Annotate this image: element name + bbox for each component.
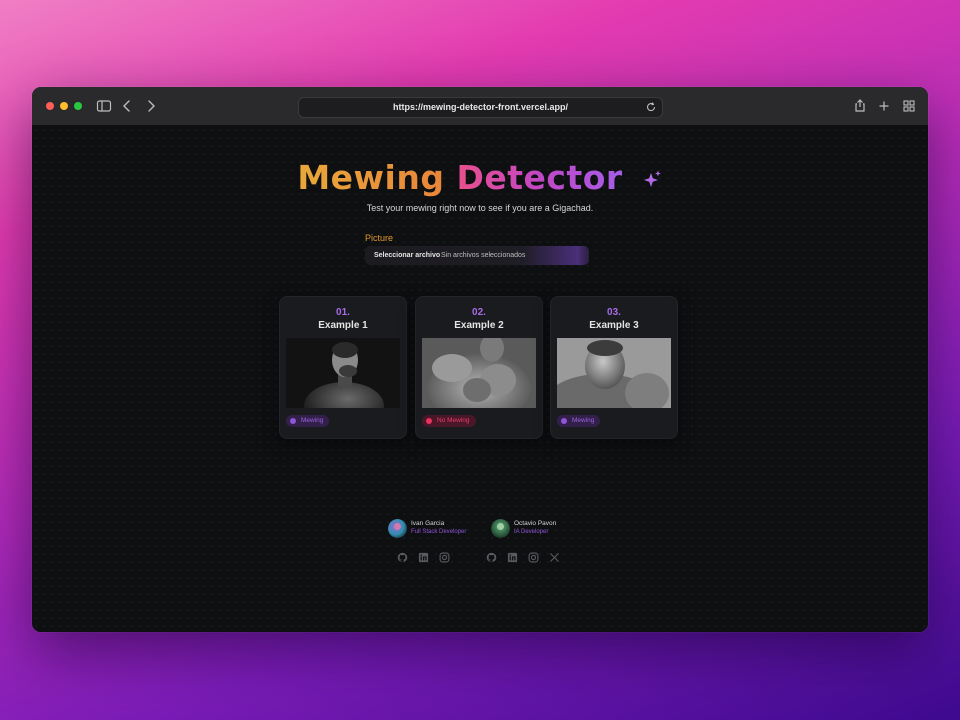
minimize-window-button[interactable]	[60, 102, 68, 110]
linkedin-icon[interactable]	[507, 552, 518, 563]
badge-label: No Mewing	[437, 417, 470, 424]
badge-label: Mewing	[572, 417, 595, 424]
page-subtitle: Test your mewing right now to see if you…	[366, 203, 594, 213]
status-badge: Mewing	[286, 415, 330, 427]
share-icon[interactable]	[851, 97, 869, 115]
developer-role: IA Developer	[514, 529, 549, 535]
example-number: 03.	[607, 307, 621, 318]
example-number: 02.	[472, 307, 486, 318]
badge-dot	[426, 418, 432, 424]
developer-2-socials	[486, 552, 566, 564]
developer-role: Full Stack Developer	[411, 529, 467, 535]
linkedin-icon[interactable]	[418, 552, 429, 563]
new-tab-icon[interactable]	[875, 97, 893, 115]
file-status-text: Sin archivos seleccionados	[441, 252, 526, 259]
github-icon[interactable]	[397, 552, 408, 563]
example-image	[422, 338, 536, 408]
example-number: 01.	[336, 307, 350, 318]
sidebar-toggle-icon[interactable]	[95, 97, 113, 115]
example-image	[286, 338, 400, 408]
example-card-2[interactable]: 02. Example 2 No Mewing	[415, 296, 543, 439]
example-name: Example 1	[318, 320, 368, 331]
maximize-window-button[interactable]	[74, 102, 82, 110]
example-name: Example 2	[454, 320, 504, 331]
title-part-2: Detector	[456, 158, 623, 197]
title-part-1: Mewing	[297, 158, 445, 197]
example-card-1[interactable]: 01. Example 1 Mewing	[279, 296, 407, 439]
address-bar-url: https://mewing-detector-front.vercel.app…	[392, 102, 569, 112]
close-window-button[interactable]	[46, 102, 54, 110]
file-input[interactable]: Seleccionar archivo Sin archivos selecci…	[365, 246, 589, 265]
status-badge: Mewing	[557, 415, 601, 427]
badge-dot	[561, 418, 567, 424]
badge-label: Mewing	[301, 417, 324, 424]
tab-overview-icon[interactable]	[900, 97, 918, 115]
example-name: Example 3	[589, 320, 639, 331]
page-title: Mewing Detector	[32, 158, 928, 197]
address-bar[interactable]: https://mewing-detector-front.vercel.app…	[298, 97, 663, 118]
reload-icon[interactable]	[645, 101, 657, 113]
x-icon[interactable]	[549, 552, 560, 563]
developer-name: Ivan Garcia	[411, 520, 445, 527]
browser-toolbar: https://mewing-detector-front.vercel.app…	[32, 87, 928, 126]
page-content: Mewing Detector Test your mewing right n…	[32, 126, 928, 632]
instagram-icon[interactable]	[528, 552, 539, 563]
forward-arrow-icon[interactable]	[142, 97, 160, 115]
browser-window: https://mewing-detector-front.vercel.app…	[32, 87, 928, 632]
avatar	[491, 519, 510, 538]
developer-1-socials	[397, 552, 457, 564]
instagram-icon[interactable]	[439, 552, 450, 563]
picture-label: Picture	[365, 233, 394, 243]
example-image	[557, 338, 671, 408]
avatar	[388, 519, 407, 538]
status-badge: No Mewing	[422, 415, 476, 427]
developer-name: Octavio Pavon	[514, 520, 557, 527]
badge-dot	[290, 418, 296, 424]
sparkle-icon	[643, 170, 661, 187]
back-arrow-icon[interactable]	[118, 97, 136, 115]
github-icon[interactable]	[486, 552, 497, 563]
example-card-3[interactable]: 03. Example 3 Mewing	[550, 296, 678, 439]
choose-file-button[interactable]: Seleccionar archivo	[374, 246, 440, 265]
